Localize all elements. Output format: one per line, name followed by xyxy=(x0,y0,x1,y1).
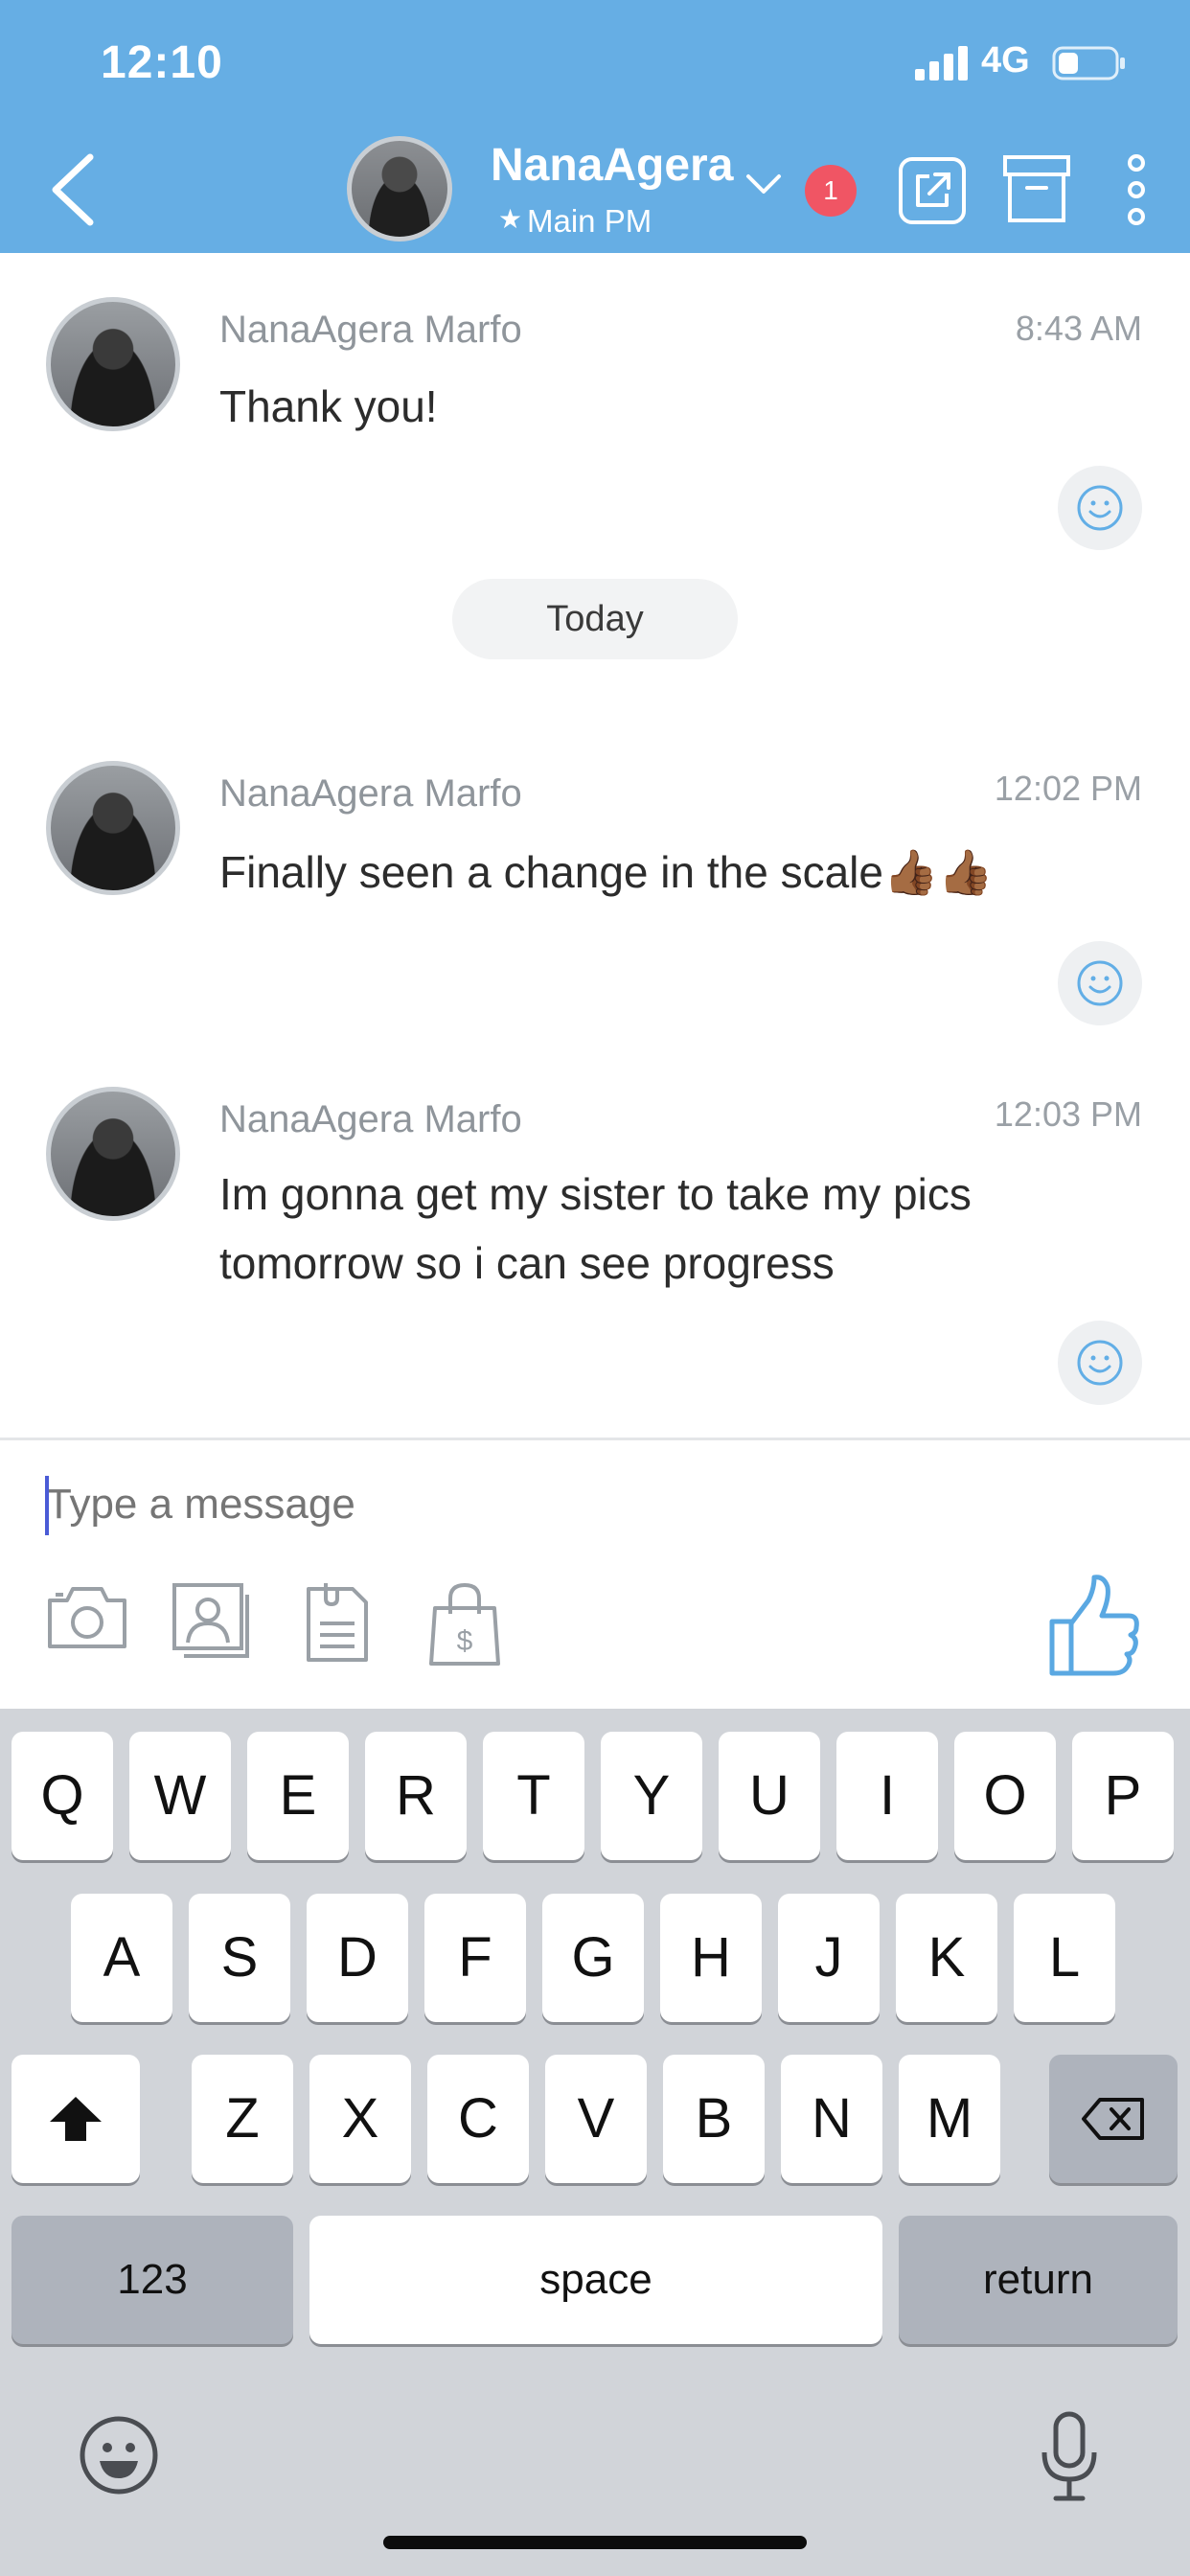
home-indicator xyxy=(383,2536,807,2549)
react-button[interactable] xyxy=(1058,941,1142,1025)
key-f[interactable]: F xyxy=(424,1894,526,2022)
emoji-icon[interactable] xyxy=(79,2415,159,2496)
key-k[interactable]: K xyxy=(896,1894,997,2022)
shift-icon xyxy=(50,2097,102,2141)
message-time: 8:43 AM xyxy=(1015,309,1142,348)
backspace-icon xyxy=(1082,2098,1144,2140)
smiley-icon xyxy=(1077,1340,1123,1386)
key-v[interactable]: V xyxy=(545,2055,647,2183)
key-w[interactable]: W xyxy=(129,1732,231,1860)
react-button[interactable] xyxy=(1058,466,1142,550)
subtitle-label: Main PM xyxy=(527,203,652,239)
key-a[interactable]: A xyxy=(71,1894,172,2022)
key-l[interactable]: L xyxy=(1014,1894,1115,2022)
key-u[interactable]: U xyxy=(719,1732,820,1860)
key-t[interactable]: T xyxy=(483,1732,584,1860)
more-icon[interactable] xyxy=(1123,153,1150,226)
date-divider: Today xyxy=(452,579,738,659)
star-icon: ★ xyxy=(498,204,523,234)
camera-icon[interactable] xyxy=(46,1581,128,1652)
archive-icon[interactable] xyxy=(1002,153,1071,224)
key-d[interactable]: D xyxy=(307,1894,408,2022)
delete-key[interactable] xyxy=(1049,2055,1178,2183)
keyboard: Q W E R T Y U I O P A S D F G H J K L Z … xyxy=(0,1709,1190,2576)
contact-name[interactable]: NanaAgera xyxy=(491,139,733,192)
key-i[interactable]: I xyxy=(836,1732,938,1860)
signal-icon xyxy=(915,46,968,80)
key-p[interactable]: P xyxy=(1072,1732,1174,1860)
key-o[interactable]: O xyxy=(954,1732,1056,1860)
svg-text:$: $ xyxy=(457,1625,473,1657)
key-n[interactable]: N xyxy=(781,2055,882,2183)
document-icon[interactable] xyxy=(305,1581,370,1664)
space-key[interactable]: space xyxy=(309,2216,882,2344)
key-s[interactable]: S xyxy=(189,1894,290,2022)
key-c[interactable]: C xyxy=(427,2055,529,2183)
status-time: 12:10 xyxy=(101,37,223,88)
key-g[interactable]: G xyxy=(542,1894,644,2022)
microphone-icon[interactable] xyxy=(1041,2410,1098,2502)
key-e[interactable]: E xyxy=(247,1732,349,1860)
key-m[interactable]: M xyxy=(899,2055,1000,2183)
message-time: 12:02 PM xyxy=(994,769,1142,808)
battery-icon xyxy=(1052,46,1125,80)
numbers-key[interactable]: 123 xyxy=(11,2216,293,2344)
smiley-icon xyxy=(1077,960,1123,1006)
composer-divider xyxy=(0,1438,1190,1440)
key-h[interactable]: H xyxy=(660,1894,762,2022)
contact-avatar[interactable] xyxy=(347,136,452,242)
chevron-down-icon[interactable] xyxy=(745,172,782,196)
chat-header: 12:10 4G NanaAgera ★ Main PM 1 xyxy=(0,0,1190,253)
share-icon[interactable] xyxy=(897,155,968,226)
sender-avatar[interactable] xyxy=(46,1087,180,1221)
key-z[interactable]: Z xyxy=(192,2055,293,2183)
sender-name: NanaAgera Marfo xyxy=(219,1098,522,1140)
thumbs-up-icon[interactable] xyxy=(1044,1572,1142,1679)
sender-avatar[interactable] xyxy=(46,761,180,895)
network-label: 4G xyxy=(981,40,1030,80)
message-time: 12:03 PM xyxy=(994,1094,1142,1134)
key-b[interactable]: B xyxy=(663,2055,765,2183)
sender-avatar[interactable] xyxy=(46,297,180,431)
message-text: Im gonna get my sister to take my pics t… xyxy=(219,1169,972,1288)
react-button[interactable] xyxy=(1058,1321,1142,1405)
sender-name: NanaAgera Marfo xyxy=(219,309,522,351)
shopping-bag-icon[interactable]: $ xyxy=(427,1581,502,1668)
message-input[interactable] xyxy=(46,1471,908,1538)
text-caret xyxy=(45,1476,49,1535)
key-x[interactable]: X xyxy=(309,2055,411,2183)
notification-badge[interactable]: 1 xyxy=(805,165,857,217)
message-text: Finally seen a change in the scale👍🏾👍🏾 xyxy=(219,847,994,897)
message-text: Thank you! xyxy=(219,381,438,431)
contact-subtitle[interactable]: ★ Main PM xyxy=(498,203,652,240)
sender-name: NanaAgera Marfo xyxy=(219,772,522,815)
key-j[interactable]: J xyxy=(778,1894,880,2022)
key-r[interactable]: R xyxy=(365,1732,467,1860)
contact-card-icon[interactable] xyxy=(171,1581,253,1660)
smiley-icon xyxy=(1077,485,1123,531)
back-icon[interactable] xyxy=(46,151,103,228)
return-key[interactable]: return xyxy=(899,2216,1178,2344)
shift-key[interactable] xyxy=(11,2055,140,2183)
key-y[interactable]: Y xyxy=(601,1732,702,1860)
key-q[interactable]: Q xyxy=(11,1732,113,1860)
